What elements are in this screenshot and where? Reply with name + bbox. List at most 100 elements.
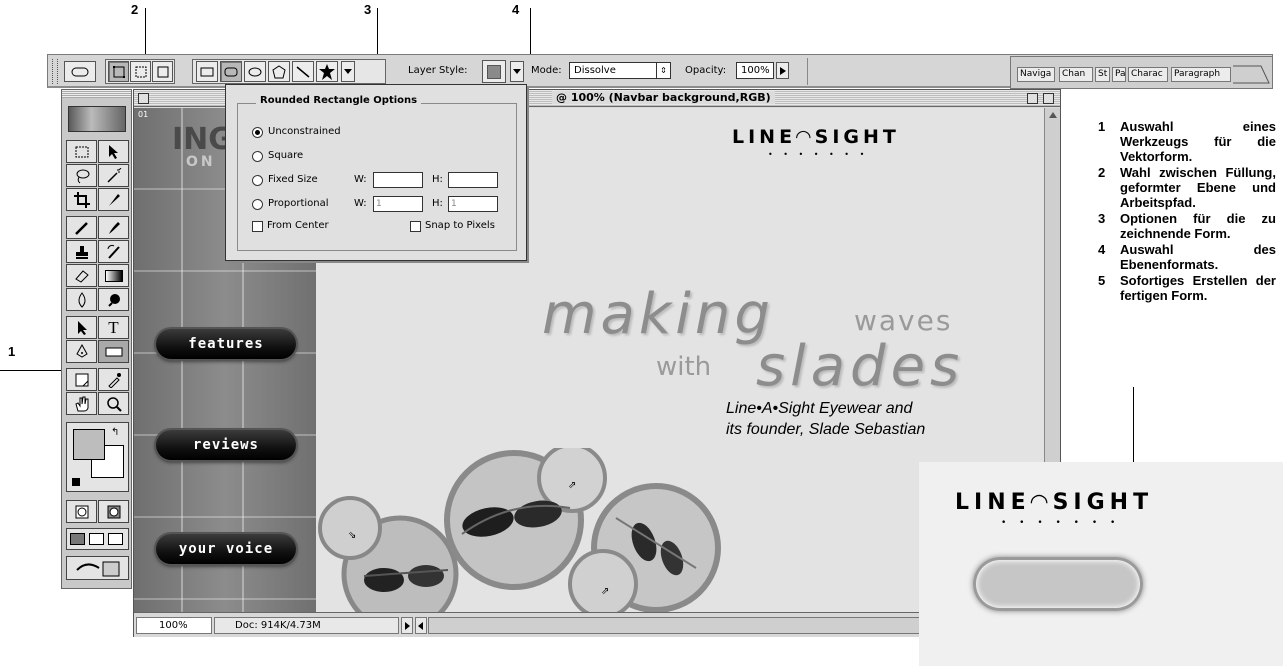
quick-mask-mode-icon[interactable] — [98, 500, 129, 523]
nav-reviews-button[interactable]: reviews — [156, 430, 296, 460]
shape-layer-button[interactable] — [108, 61, 129, 82]
brand-logo-dots: • • • • • • • — [768, 150, 869, 159]
inset-preview: LINE◠SIGHT • • • • • • • — [919, 462, 1283, 666]
eraser-tool-icon[interactable] — [66, 264, 97, 287]
path-selection-tool-icon[interactable] — [66, 316, 97, 339]
layer-style-swatch[interactable] — [482, 60, 506, 83]
close-box-icon[interactable] — [138, 93, 149, 104]
custom-shape-tool-button[interactable] — [316, 61, 338, 82]
polygon-tool-button[interactable] — [268, 61, 290, 82]
zoom-field[interactable]: 100% — [136, 617, 212, 634]
history-brush-tool-icon[interactable] — [98, 240, 129, 263]
document-title: @ 100% (Navbar background,RGB) — [552, 91, 775, 104]
annotation-number: 4 — [1098, 242, 1106, 257]
burn-tool-icon[interactable] — [98, 288, 129, 311]
ellipse-tool-button[interactable] — [244, 61, 266, 82]
proportional-height-input[interactable]: 1 — [448, 196, 498, 212]
eyedropper-tool-icon[interactable] — [98, 368, 129, 391]
zoom-box-icon[interactable] — [1027, 93, 1038, 104]
rectangle-tool-button[interactable] — [196, 61, 218, 82]
status-menu-button[interactable] — [401, 617, 413, 634]
zoom-tool-icon[interactable] — [98, 392, 129, 415]
slice-tool-icon[interactable] — [98, 188, 129, 211]
fixed-size-label: Fixed Size — [268, 174, 318, 185]
fixed-size-radio[interactable] — [252, 175, 263, 186]
inset-logo-dots: • • • • • • • — [1001, 518, 1121, 528]
work-path-button[interactable] — [130, 61, 151, 82]
opacity-label: Opacity: — [685, 65, 727, 76]
tab-channels[interactable]: Chan — [1059, 67, 1093, 82]
tagline-line-2: its founder, Slade Sebastian — [726, 421, 926, 438]
jump-to-imageready-button[interactable] — [66, 556, 129, 580]
callout-1: 1 — [8, 344, 16, 359]
healing-brush-tool-icon[interactable] — [66, 216, 97, 239]
toolbox-titlebar[interactable] — [62, 90, 131, 98]
scroll-up-icon[interactable] — [1048, 111, 1058, 119]
tab-navigator[interactable]: Naviga — [1017, 67, 1055, 82]
tab-paragraph[interactable]: Paragraph — [1171, 67, 1231, 82]
default-colors-icon[interactable] — [72, 478, 80, 486]
nav-your-voice-button[interactable]: your voice — [156, 534, 296, 564]
rectangle-shape-tool-icon[interactable] — [98, 340, 129, 363]
app-logo-icon[interactable] — [68, 106, 126, 132]
layer-style-dropdown[interactable] — [510, 61, 524, 82]
swap-colors-icon[interactable]: ↰ — [111, 427, 119, 438]
square-radio[interactable] — [252, 151, 263, 162]
full-screen-menu-mode-icon[interactable] — [89, 533, 104, 545]
fill-pixels-button[interactable] — [152, 61, 173, 82]
rounded-rectangle-tool-button[interactable] — [220, 61, 242, 82]
move-tool-icon[interactable] — [98, 140, 129, 163]
type-tool-icon[interactable]: T — [98, 316, 129, 339]
annotation-item-5: 5 Sofortiges Erstellen der fertigen Form. — [1098, 273, 1276, 303]
crop-tool-icon[interactable] — [66, 188, 97, 211]
fixed-width-input[interactable] — [373, 172, 423, 188]
proportional-radio[interactable] — [252, 199, 263, 210]
hand-tool-icon[interactable] — [66, 392, 97, 415]
opacity-input[interactable]: 100% — [736, 62, 774, 79]
line-tool-button[interactable] — [292, 61, 314, 82]
scroll-left-button[interactable] — [415, 617, 427, 634]
marquee-tool-icon[interactable] — [66, 140, 97, 163]
annotation-item-2: 2 Wahl zwischen Füllung, geformter Ebene … — [1098, 165, 1276, 210]
tab-styles[interactable]: St — [1095, 67, 1110, 82]
headline-waves: waves — [854, 304, 953, 337]
brush-tool-icon[interactable] — [98, 216, 129, 239]
grip-handle[interactable] — [52, 59, 58, 84]
pen-tool-icon[interactable] — [66, 340, 97, 363]
tab-character[interactable]: Charac — [1128, 67, 1168, 82]
opacity-slider-button[interactable] — [776, 62, 789, 79]
tagline-line-1: Line•A•Sight Eyewear and — [726, 400, 913, 417]
notes-tool-icon[interactable] — [66, 368, 97, 391]
gradient-tool-icon[interactable] — [98, 264, 129, 287]
updown-arrows-icon: ⇕ — [656, 63, 670, 78]
magic-wand-tool-icon[interactable] — [98, 164, 129, 187]
opacity-value: 100% — [741, 65, 770, 76]
nav-features-button[interactable]: features — [156, 329, 296, 359]
proportional-width-value: 1 — [376, 199, 382, 209]
navbar-on-text: ON — [186, 154, 216, 170]
layer-style-label: Layer Style: — [408, 65, 468, 76]
standard-screen-mode-icon[interactable] — [70, 533, 85, 545]
standard-mode-icon[interactable] — [66, 500, 97, 523]
annotation-item-3: 3 Optionen für die zu zeichnende Form. — [1098, 211, 1276, 241]
full-screen-mode-icon[interactable] — [108, 533, 123, 545]
shape-tool-preset-button[interactable] — [64, 61, 96, 82]
tagline: Line•A•Sight Eyewear and its founder, Sl… — [726, 398, 925, 440]
snap-to-pixels-checkbox[interactable] — [410, 221, 421, 232]
proportional-width-input[interactable]: 1 — [373, 196, 423, 212]
foreground-color-swatch[interactable] — [73, 429, 105, 460]
blur-tool-icon[interactable] — [66, 288, 97, 311]
geometry-options-dropdown[interactable] — [341, 61, 355, 82]
tab-paths[interactable]: Pa — [1112, 67, 1126, 82]
mode-select[interactable]: Dissolve ⇕ — [569, 62, 671, 79]
stamp-tool-icon[interactable] — [66, 240, 97, 263]
doc-size-value: Doc: 914K/4.73M — [235, 620, 321, 631]
collapse-box-icon[interactable] — [1043, 93, 1054, 104]
unconstrained-radio[interactable] — [252, 127, 263, 138]
from-center-checkbox[interactable] — [252, 221, 263, 232]
lasso-tool-icon[interactable] — [66, 164, 97, 187]
rounded-rectangle-options-popup: Rounded Rectangle Options Unconstrained … — [225, 84, 527, 261]
fixed-height-input[interactable] — [448, 172, 498, 188]
annotation-text: Auswahl eines Werkzeugs für die Vektorfo… — [1120, 119, 1276, 164]
mode-value: Dissolve — [574, 65, 616, 76]
